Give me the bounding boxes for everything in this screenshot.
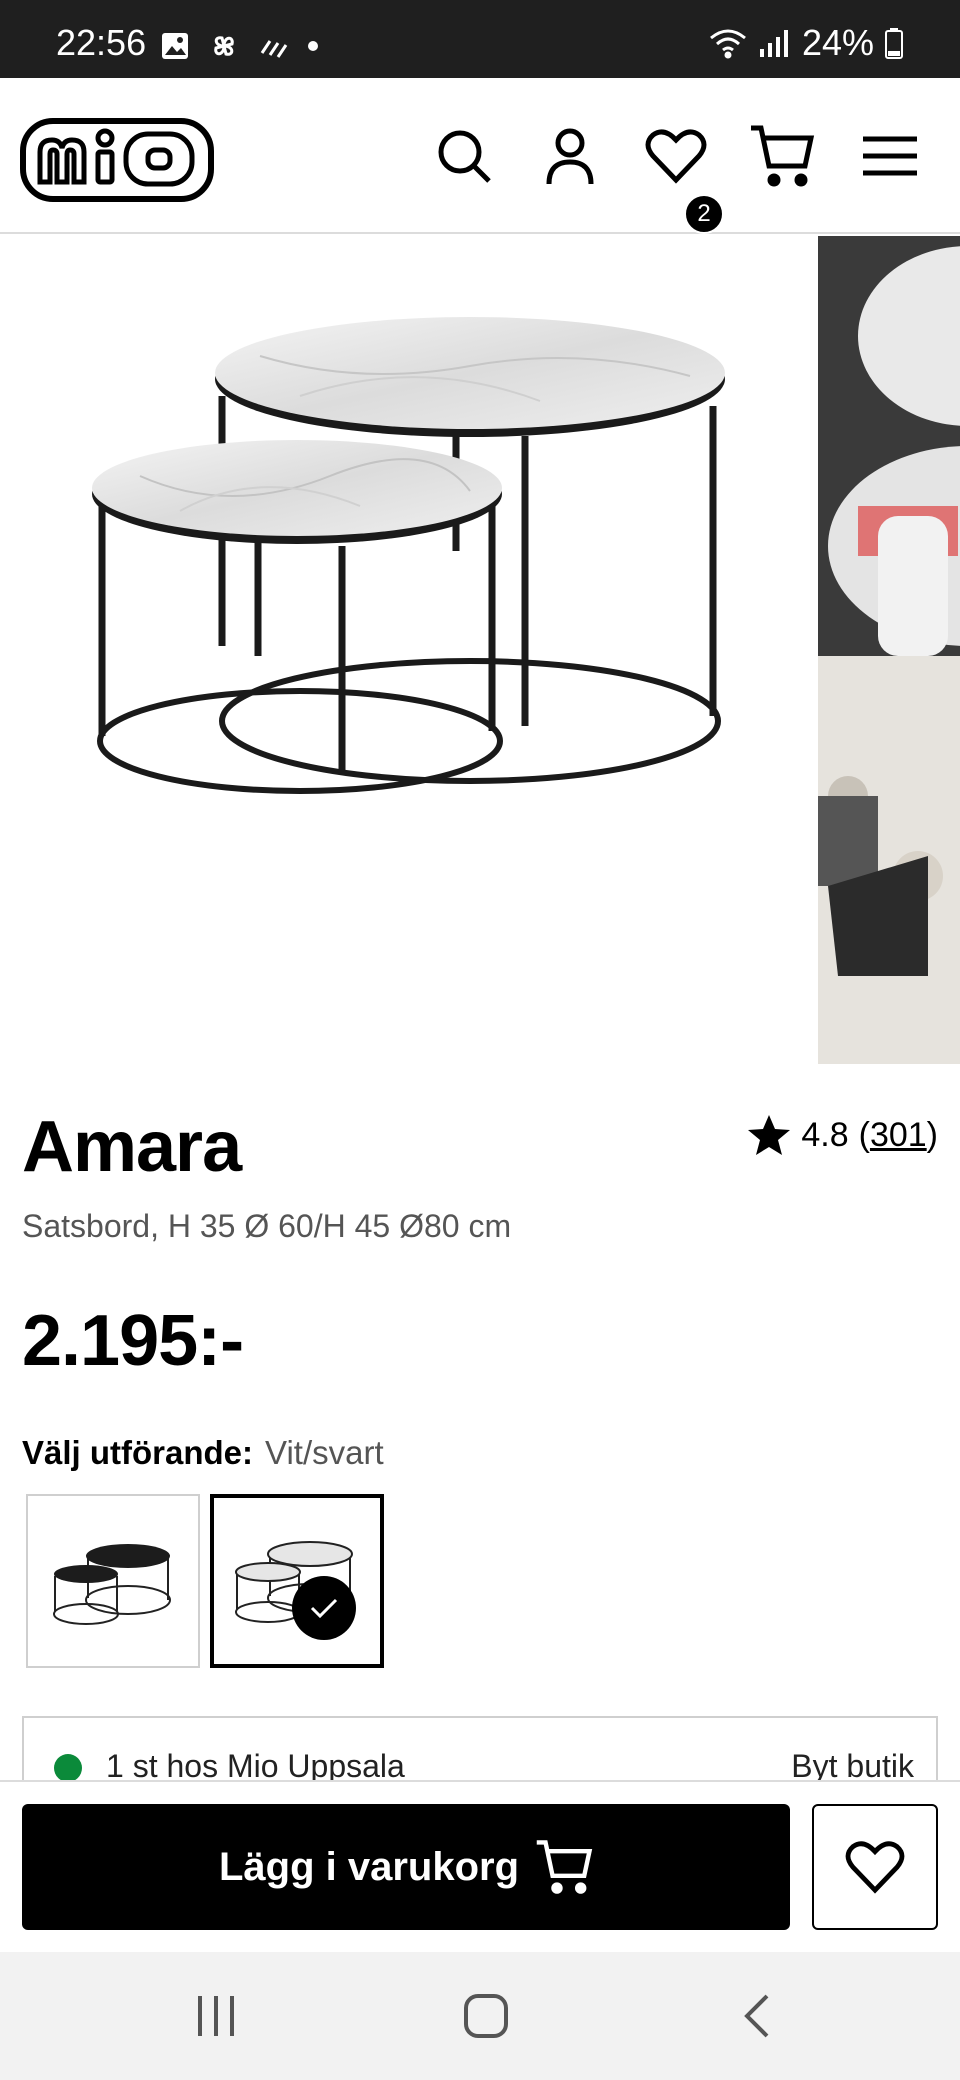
change-store-link[interactable]: Byt butik	[791, 1748, 914, 1780]
variant-swatch-white-black[interactable]	[210, 1494, 384, 1668]
review-count-close: )	[926, 1115, 938, 1154]
review-count-wrapper[interactable]: (301)	[859, 1116, 938, 1155]
home-icon	[464, 1994, 508, 2038]
cart-button[interactable]	[744, 118, 820, 194]
add-to-cart-label: Lägg i varukorg	[218, 1844, 520, 1889]
variant-selected-value: Vit/svart	[265, 1434, 384, 1471]
back-icon	[744, 1994, 769, 2038]
product-price: 2.195:-	[22, 1301, 244, 1381]
star-icon	[748, 1115, 791, 1155]
cart-icon	[536, 1840, 593, 1894]
menu-icon	[863, 136, 917, 176]
rating-value: 4.8	[801, 1115, 849, 1154]
system-nav-bar	[0, 1952, 960, 2080]
wishlist-count-badge: 2	[684, 194, 724, 234]
sticky-action-bar: Lägg i varukorg	[0, 1780, 960, 1952]
battery-percent: 24%	[801, 22, 874, 63]
variant-label: Välj utförande:	[22, 1434, 254, 1471]
add-to-cart-button[interactable]: Lägg i varukorg	[22, 1804, 790, 1930]
product-rating[interactable]: 4.8 (301)	[747, 1114, 938, 1156]
signal-lines-icon	[260, 40, 288, 58]
account-icon	[546, 128, 594, 185]
add-to-wishlist-button[interactable]	[812, 1804, 938, 1930]
status-time: 22:56	[56, 22, 147, 63]
status-notification-icons	[160, 30, 320, 62]
product-image-next[interactable]	[818, 236, 960, 1064]
account-button[interactable]	[532, 118, 608, 194]
cart-icon	[751, 125, 815, 187]
variant-swatch-black[interactable]	[26, 1494, 200, 1668]
product-image-gallery[interactable]	[0, 236, 960, 1064]
dot-icon	[308, 41, 318, 51]
wifi-icon	[709, 29, 746, 59]
menu-button[interactable]	[852, 118, 928, 194]
pinwheel-icon	[214, 36, 234, 56]
review-count-open: (	[858, 1115, 870, 1154]
back-button[interactable]	[726, 1986, 786, 2046]
mio-logo[interactable]	[20, 118, 214, 207]
in-stock-dot-icon	[54, 1754, 82, 1780]
cellular-icon	[759, 30, 788, 57]
site-header: 2	[0, 78, 960, 234]
product-title: Amara	[22, 1107, 242, 1187]
battery-icon	[885, 28, 903, 59]
search-button[interactable]	[426, 118, 502, 194]
selected-check-icon	[292, 1576, 356, 1640]
wishlist-button[interactable]	[638, 118, 714, 194]
store-stock-text: 1 st hos Mio Uppsala	[106, 1748, 405, 1780]
review-count-link[interactable]: 301	[870, 1116, 927, 1154]
store-availability: 1 st hos Mio Uppsala Byt butik	[22, 1716, 938, 1780]
recent-apps-icon	[198, 1996, 234, 2036]
status-system-icons: 24%	[708, 22, 904, 64]
heart-icon	[645, 129, 707, 184]
recent-apps-button[interactable]	[186, 1986, 246, 2046]
status-bar: 22:56 24%	[0, 0, 960, 78]
heart-icon	[845, 1841, 905, 1894]
image-icon	[162, 33, 188, 59]
variant-selector-label: Välj utförande: Vit/svart	[22, 1434, 384, 1472]
product-image-main[interactable]	[0, 236, 818, 1064]
product-description: Satsbord, H 35 Ø 60/H 45 Ø80 cm	[22, 1208, 512, 1244]
home-button[interactable]	[456, 1986, 516, 2046]
search-icon	[438, 130, 491, 183]
